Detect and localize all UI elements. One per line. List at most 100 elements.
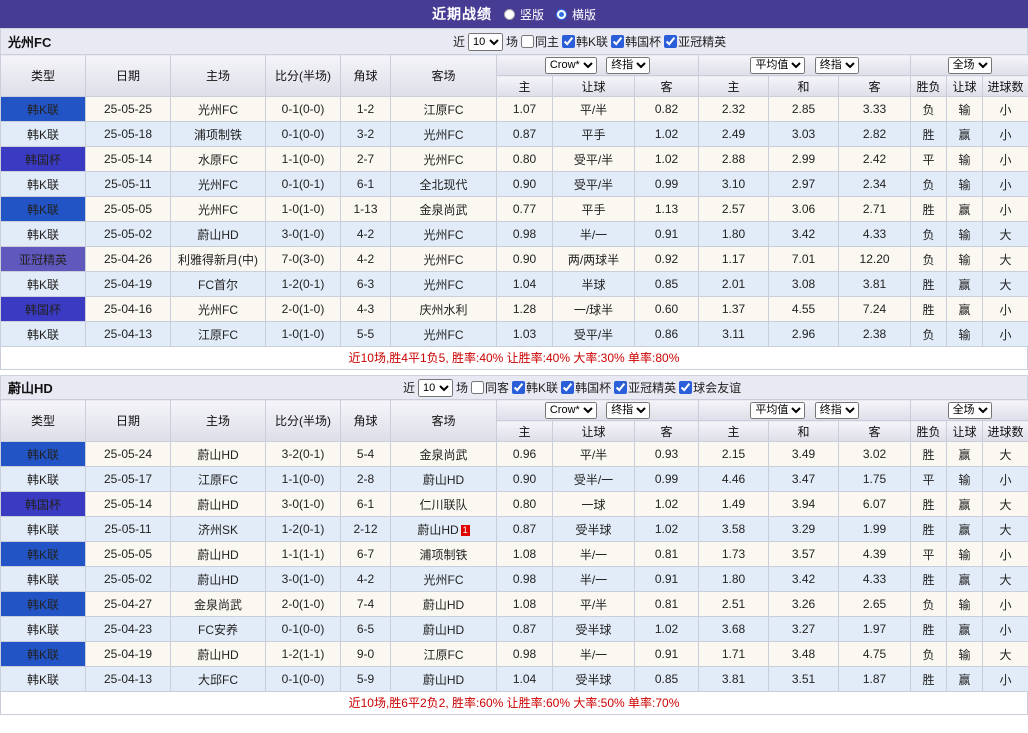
odds-stage-select[interactable]: 终指 bbox=[606, 56, 651, 74]
result-goals: 大 bbox=[982, 641, 1028, 667]
handicap-away-odds: 0.86 bbox=[633, 321, 700, 347]
result-handicap: 输 bbox=[946, 221, 984, 247]
match-row: 韩K联 25-04-13 江原FC 1-0(1-0) 5-5 光州FC 1.03 受平/半 0.… bbox=[0, 321, 1028, 347]
league-filter[interactable]: 韩K联 bbox=[512, 379, 558, 396]
scope-select[interactable]: 全场 bbox=[947, 401, 992, 419]
scope-select[interactable]: 全场 bbox=[947, 56, 992, 74]
away-team: 光州FC bbox=[390, 146, 497, 172]
avg-home-odds: 4.46 bbox=[698, 466, 770, 492]
league-filter[interactable]: 球会友谊 bbox=[679, 379, 741, 396]
handicap-home-odds: 0.98 bbox=[496, 641, 553, 667]
team-name: 蔚山HD bbox=[8, 381, 53, 396]
avg-stage-select[interactable]: 终指 bbox=[814, 56, 859, 74]
away-team: 庆州水利 bbox=[390, 296, 497, 322]
away-team: 光州FC bbox=[390, 121, 497, 147]
avg-home-odds: 3.81 bbox=[698, 666, 770, 692]
league-checkbox[interactable] bbox=[561, 381, 575, 394]
league-filter[interactable]: 亚冠精英 bbox=[664, 33, 726, 50]
avg-draw-odds: 3.06 bbox=[768, 196, 840, 222]
match-row: 韩国杯 25-05-14 蔚山HD 3-0(1-0) 6-1 仁川联队 0.80 一球 1.02… bbox=[0, 491, 1028, 517]
result-handicap: 赢 bbox=[946, 121, 984, 147]
match-date: 25-04-26 bbox=[85, 246, 171, 272]
avg-source-select[interactable]: 平均值 bbox=[750, 401, 806, 419]
avg-draw-odds: 3.27 bbox=[768, 616, 840, 642]
result-goals: 小 bbox=[982, 666, 1028, 692]
section-header-bar: 光州FC 近 10 场 同主 韩K联 韩国杯 亚冠精英 bbox=[0, 28, 1028, 54]
league-type-cell: 韩国杯 bbox=[0, 146, 86, 172]
handicap-line: 平/半 bbox=[552, 591, 635, 617]
league-checkbox[interactable] bbox=[512, 381, 526, 394]
avg-draw-odds: 3.51 bbox=[768, 666, 840, 692]
league-filter-group: 韩K联 韩国杯 亚冠精英 bbox=[562, 33, 726, 50]
avg-away-odds: 1.87 bbox=[838, 666, 912, 692]
vertical-layout-radio[interactable] bbox=[503, 8, 515, 20]
avg-home-odds: 2.49 bbox=[698, 121, 770, 147]
recent-count-select[interactable]: 10 bbox=[418, 378, 454, 397]
league-checkbox[interactable] bbox=[611, 35, 625, 48]
league-type-cell: 韩K联 bbox=[0, 666, 86, 692]
away-team: 光州FC bbox=[390, 566, 497, 592]
vertical-layout-label: 竖版 bbox=[519, 7, 544, 22]
avg-stage-select[interactable]: 终指 bbox=[814, 401, 859, 419]
col-away: 客场 bbox=[390, 54, 497, 97]
section-header-bar: 蔚山HD 近 10 场 同客 韩K联 韩国杯 亚冠精英 球会友谊 bbox=[0, 375, 1028, 399]
league-filter[interactable]: 韩国杯 bbox=[611, 33, 661, 50]
corner-score: 6-5 bbox=[340, 616, 391, 642]
away-team: 金泉尚武 bbox=[390, 441, 497, 467]
avg-home-odds: 1.17 bbox=[698, 246, 770, 272]
away-team: 蔚山HD bbox=[390, 666, 497, 692]
score: 3-0(1-0) bbox=[265, 221, 341, 247]
handicap-away-odds: 0.81 bbox=[633, 541, 700, 567]
handicap-line: 受平/半 bbox=[552, 171, 635, 197]
col-away-odds: 客 bbox=[633, 420, 700, 442]
odds-source-select[interactable]: Crow* bbox=[544, 56, 597, 74]
result-goals: 小 bbox=[982, 96, 1028, 122]
avg-home-odds: 1.80 bbox=[698, 221, 770, 247]
match-date: 25-05-11 bbox=[85, 516, 171, 542]
league-checkbox[interactable] bbox=[562, 35, 576, 48]
league-checkbox[interactable] bbox=[679, 381, 693, 394]
league-type-cell: 韩K联 bbox=[0, 96, 86, 122]
match-row: 韩K联 25-05-25 光州FC 0-1(0-0) 1-2 江原FC 1.07 平/半 0.8… bbox=[0, 96, 1028, 122]
same-venue-checkbox[interactable] bbox=[471, 381, 485, 394]
match-row: 韩K联 25-05-24 蔚山HD 3-2(0-1) 5-4 金泉尚武 0.96 平/半 0.9… bbox=[0, 441, 1028, 467]
same-venue-checkbox[interactable] bbox=[521, 35, 535, 48]
league-filter[interactable]: 韩K联 bbox=[562, 33, 608, 50]
avg-draw-odds: 2.99 bbox=[768, 146, 840, 172]
away-team: 全北现代 bbox=[390, 171, 497, 197]
away-team: 光州FC bbox=[390, 246, 497, 272]
corner-score: 2-7 bbox=[340, 146, 391, 172]
handicap-line: 受半球 bbox=[552, 516, 635, 542]
team-section-gwangju: 光州FC 近 10 场 同主 韩K联 韩国杯 亚冠精英 类型 日期 主场 比分(… bbox=[0, 28, 1028, 370]
away-team: 蔚山HD bbox=[390, 616, 497, 642]
score: 0-1(0-1) bbox=[265, 171, 341, 197]
handicap-away-odds: 1.02 bbox=[633, 616, 700, 642]
avg-away-odds: 3.33 bbox=[838, 96, 912, 122]
league-type-cell: 韩K联 bbox=[0, 121, 86, 147]
avg-away-odds: 4.33 bbox=[838, 566, 912, 592]
recent-count-select[interactable]: 10 bbox=[468, 32, 504, 51]
league-filter[interactable]: 亚冠精英 bbox=[614, 379, 676, 396]
team-section-ulsan: 蔚山HD 近 10 场 同客 韩K联 韩国杯 亚冠精英 球会友谊 类型 日期 主… bbox=[0, 375, 1028, 715]
same-venue-filter[interactable]: 同客 bbox=[471, 379, 509, 396]
same-venue-filter[interactable]: 同主 bbox=[521, 33, 559, 50]
handicap-line: 受半/一 bbox=[552, 466, 635, 492]
col-date: 日期 bbox=[85, 54, 171, 97]
result-handicap: 赢 bbox=[946, 491, 984, 517]
handicap-line: 平手 bbox=[552, 121, 635, 147]
handicap-away-odds: 0.81 bbox=[633, 591, 700, 617]
home-team: 光州FC bbox=[170, 171, 266, 197]
col-home: 主场 bbox=[170, 54, 266, 97]
odds-source-select[interactable]: Crow* bbox=[544, 401, 597, 419]
match-row: 韩国杯 25-05-14 水原FC 1-1(0-0) 2-7 光州FC 0.80 受平/半 1.… bbox=[0, 146, 1028, 172]
avg-source-select[interactable]: 平均值 bbox=[750, 56, 806, 74]
horizontal-layout-radio[interactable] bbox=[556, 8, 567, 20]
result-handicap: 赢 bbox=[946, 516, 984, 542]
avg-away-odds: 1.75 bbox=[838, 466, 912, 492]
league-filter[interactable]: 韩国杯 bbox=[561, 379, 611, 396]
odds-stage-select[interactable]: 终指 bbox=[606, 401, 651, 419]
away-team: 仁川联队 bbox=[390, 491, 497, 517]
league-checkbox[interactable] bbox=[614, 381, 628, 394]
league-label: 韩K联 bbox=[576, 35, 609, 49]
league-checkbox[interactable] bbox=[664, 35, 678, 48]
